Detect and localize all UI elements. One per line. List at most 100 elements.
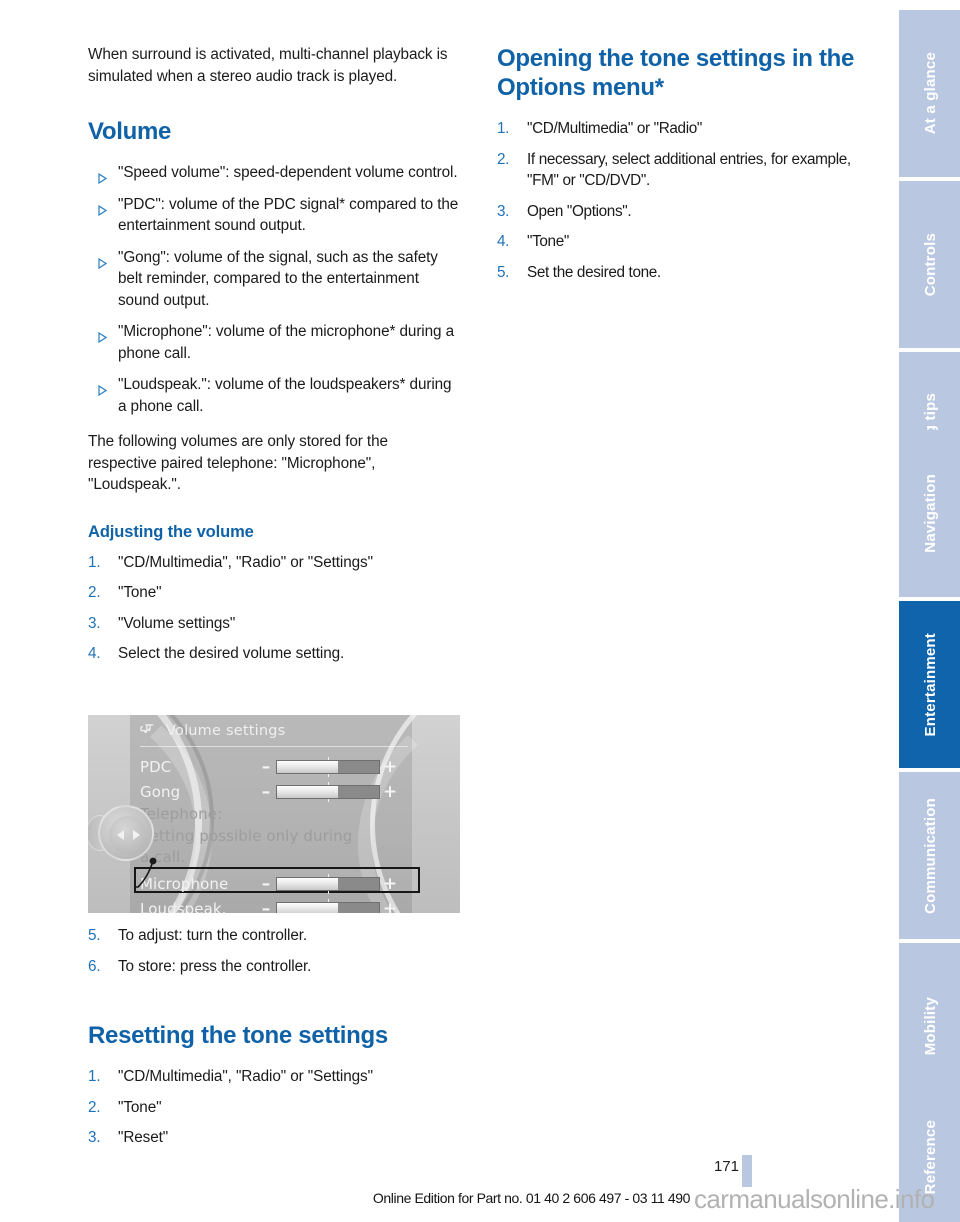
watermark-text: carmanualsonline.info — [694, 1184, 935, 1214]
adjusting-steps-list: 1. "CD/Multimedia", "Radio" or "Settings… — [88, 552, 460, 665]
manual-page: When surround is activated, multi-channe… — [0, 0, 960, 1222]
idrive-row-loudspeaker[interactable]: Loudspeak. – + — [140, 895, 412, 913]
row-label: PDC — [140, 757, 172, 776]
opening-steps-list: 1. "CD/Multimedia" or "Radio" 2. If nece… — [497, 118, 869, 283]
list-item-text: "PDC": volume of the PDC signal* compare… — [118, 195, 459, 235]
step-text: Select the desired volume setting. — [118, 645, 345, 662]
step-number: 4. — [497, 233, 510, 250]
row-label: Gong — [140, 782, 181, 801]
step-text: Open "Options". — [527, 202, 632, 220]
slider-tick — [328, 798, 329, 802]
plus-icon[interactable]: + — [382, 874, 398, 894]
step-text: "CD/Multimedia", "Radio" or "Settings" — [118, 1068, 373, 1085]
page-number: 171 — [713, 1158, 739, 1175]
telephone-label: Telephone: — [140, 805, 223, 823]
step-number: 3. — [497, 202, 510, 220]
list-item: 4. Select the desired volume setting. — [88, 643, 460, 665]
triangle-bullet-icon — [90, 200, 107, 216]
step-number: 4. — [88, 645, 101, 662]
slider-fill — [277, 902, 339, 913]
list-item: "Microphone": volume of the microphone* … — [88, 321, 460, 364]
step-number: 5. — [497, 263, 510, 281]
minus-icon[interactable]: – — [258, 899, 274, 914]
list-item: 1. "CD/Multimedia" or "Radio" — [497, 118, 869, 140]
step-number: 5. — [88, 927, 101, 944]
footer-edition-text: Online Edition for Part no. 01 40 2 606 … — [372, 1190, 690, 1206]
title-divider — [140, 746, 408, 747]
slider-tick — [328, 898, 329, 902]
page-edge-marker — [742, 1155, 752, 1187]
step-text: If necessary, select additional entries,… — [527, 150, 851, 190]
plus-icon[interactable]: + — [382, 899, 398, 914]
list-item: 6. To store: press the controller. — [88, 956, 460, 978]
list-item: 5. Set the desired tone. — [497, 262, 869, 284]
minus-icon[interactable]: – — [258, 874, 274, 894]
sidebar-item-label: Mobility — [922, 997, 939, 1056]
volume-slider[interactable] — [276, 781, 380, 802]
minus-icon[interactable]: – — [258, 757, 274, 777]
step-text: "CD/Multimedia" or "Radio" — [527, 120, 702, 137]
idrive-row-gong[interactable]: Gong – + — [140, 778, 412, 805]
step-number: 2. — [88, 1098, 101, 1116]
list-item: 4. "Tone" — [497, 231, 869, 253]
list-item: "Loudspeak.": volume of the loudspeakers… — [88, 374, 460, 417]
sidebar-item-navigation[interactable]: Navigation — [899, 430, 960, 597]
row-label: Microphone — [140, 874, 229, 893]
list-item-text: "Microphone": volume of the microphone* … — [118, 323, 454, 362]
stored-volumes-note: The following volumes are only stored fo… — [88, 433, 388, 493]
plus-icon[interactable]: + — [382, 757, 398, 777]
plus-icon[interactable]: + — [382, 782, 398, 802]
list-item: 1. "CD/Multimedia", "Radio" or "Settings… — [88, 552, 460, 574]
heading-adjusting-the-volume: Adjusting the volume — [88, 522, 254, 541]
volume-slider[interactable] — [276, 756, 380, 777]
step-number: 3. — [88, 614, 101, 632]
left-text-column: When surround is activated, multi-channe… — [88, 44, 460, 674]
sidebar-item-label: Navigation — [922, 474, 939, 553]
volume-slider[interactable] — [276, 898, 380, 913]
minus-icon[interactable]: – — [258, 782, 274, 802]
idrive-row-pdc[interactable]: PDC – + — [140, 753, 412, 780]
triangle-bullet-icon — [90, 327, 107, 343]
tone-note-icon — [140, 723, 158, 739]
telephone-note-line-1: Setting possible only during — [140, 827, 353, 845]
controller-inner-knob — [109, 816, 147, 854]
list-item: 2. "Tone" — [88, 582, 460, 604]
slider-tick — [328, 873, 329, 877]
resetting-steps-list: 1. "CD/Multimedia", "Radio" or "Settings… — [88, 1066, 460, 1149]
step-text: "Reset" — [118, 1129, 169, 1146]
step-text: "Tone" — [118, 584, 162, 601]
sidebar-item-at-a-glance[interactable]: At a glance — [899, 10, 960, 177]
step-text: "Tone" — [118, 1098, 162, 1116]
intro-paragraph: When surround is activated, multi-channe… — [88, 46, 448, 85]
slider-fill — [277, 760, 339, 773]
list-item: 2. "Tone" — [88, 1097, 460, 1119]
sidebar-item-entertainment[interactable]: Entertainment — [899, 601, 960, 768]
volume-slider[interactable] — [276, 873, 380, 894]
list-item: 1. "CD/Multimedia", "Radio" or "Settings… — [88, 1066, 460, 1088]
step-text: To store: press the controller. — [118, 957, 312, 975]
idrive-volume-settings-screenshot: Volume settings PDC – + Gong – + Telepho… — [88, 715, 460, 913]
left-column-lower: 5. To adjust: turn the controller. 6. To… — [88, 925, 460, 1158]
idrive-row-microphone[interactable]: Microphone – + — [140, 870, 412, 897]
list-item: 3. Open "Options". — [497, 201, 869, 223]
chapter-tab-sidebar: At a glance Controls Driving tips Naviga… — [899, 0, 960, 1222]
idrive-title-row: Volume settings — [140, 723, 285, 739]
sidebar-item-communication[interactable]: Communication — [899, 772, 960, 939]
triangle-bullet-icon — [90, 380, 107, 396]
slider-tick — [328, 890, 329, 894]
slider-tick — [328, 773, 329, 777]
list-item: "Speed volume": speed-dependent volume c… — [88, 162, 460, 184]
row-label: Loudspeak. — [140, 899, 227, 914]
sidebar-item-mobility[interactable]: Mobility — [899, 943, 960, 1110]
arrow-left-icon — [116, 830, 124, 840]
step-text: "CD/Multimedia", "Radio" or "Settings" — [118, 553, 373, 571]
step-text: "Tone" — [527, 233, 569, 250]
list-item-text: "Gong": volume of the signal, such as th… — [118, 248, 438, 309]
volume-bullet-list: "Speed volume": speed-dependent volume c… — [88, 162, 460, 417]
list-item: "Gong": volume of the signal, such as th… — [88, 247, 460, 312]
step-text: Set the desired tone. — [527, 263, 661, 281]
right-text-column: Opening the tone settings in the Options… — [497, 44, 869, 292]
sidebar-item-controls[interactable]: Controls — [899, 181, 960, 348]
slider-fill — [277, 877, 339, 890]
arrow-right-icon — [132, 830, 140, 840]
